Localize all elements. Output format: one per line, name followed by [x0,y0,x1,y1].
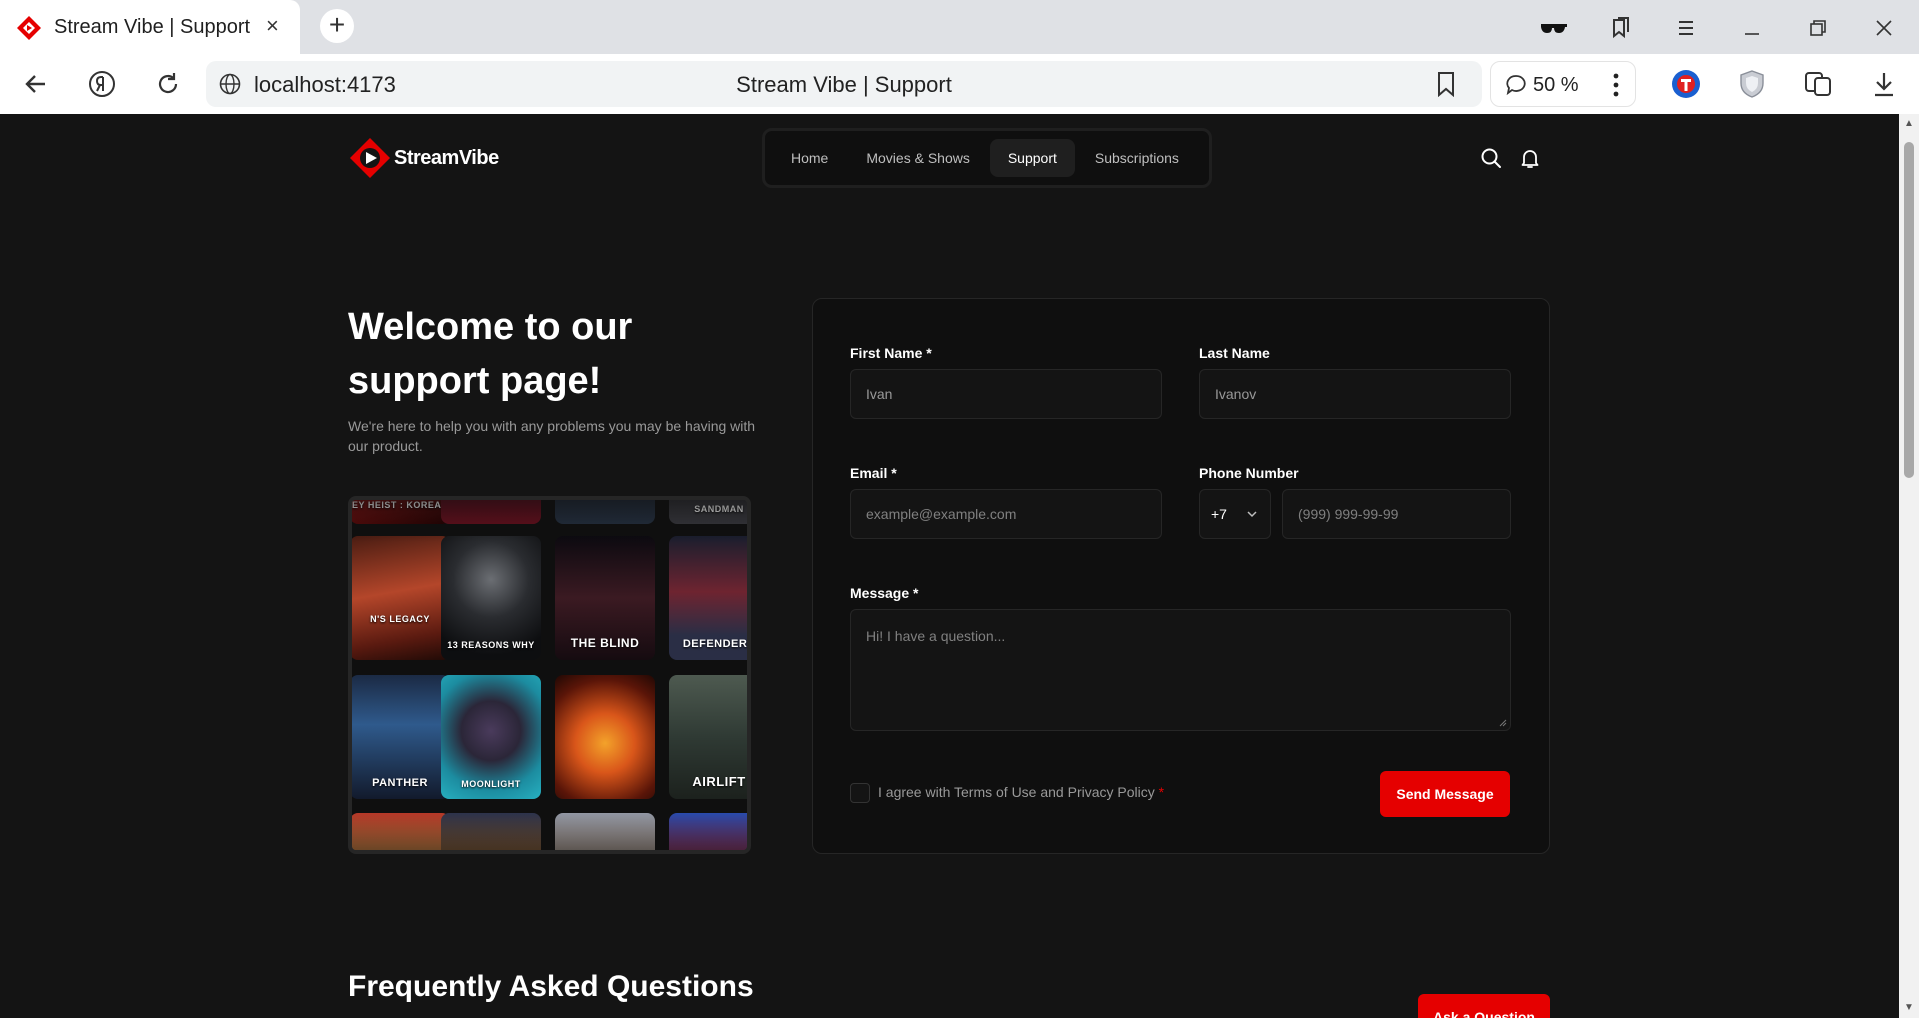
poster-grid: EY HEIST : KOREA SANDMAN N'S LEGACY 13 R… [348,496,751,854]
browser-tabbar: Stream Vibe | Support × + [0,0,1919,54]
phone-input[interactable]: (999) 999-99-99 [1282,489,1511,539]
poster [441,500,541,524]
bookmark-icon[interactable] [1434,71,1458,97]
poster: 13 REASONS WHY [441,536,541,660]
tab-close-icon[interactable]: × [266,14,279,38]
email-input[interactable]: example@example.com [850,489,1162,539]
reload-icon[interactable] [150,66,186,102]
translate-extension-icon[interactable] [1802,68,1834,100]
shield-extension-icon[interactable] [1736,68,1768,100]
reader-glasses-icon[interactable] [1538,12,1570,44]
minimize-icon[interactable] [1736,12,1768,44]
collections-icon[interactable] [1604,12,1636,44]
main-navigation: Home Movies & Shows Support Subscription… [762,128,1212,188]
nav-support[interactable]: Support [989,139,1075,177]
required-mark: * [913,585,919,601]
poster: THE BLIND [555,536,655,660]
yandex-icon[interactable] [84,66,120,102]
nav-home[interactable]: Home [773,139,846,177]
nav-movies-shows[interactable]: Movies & Shows [848,139,987,177]
zoom-level: 50 % [1533,74,1579,96]
agree-label: I agree with Terms of Use and Privacy Po… [878,784,1164,800]
required-mark: * [891,465,897,481]
phone-label: Phone Number [1199,465,1299,481]
poster-title: DEFENDERS [682,638,751,650]
poster: EY HEIST : KOREA [352,500,450,524]
agree-text: I agree with Terms of Use and Privacy Po… [878,784,1155,800]
scroll-down-arrow-icon[interactable]: ▼ [1903,1002,1915,1014]
site-logo[interactable]: StreamVibe [348,136,499,180]
poster: N'S LEGACY [352,536,450,660]
message-textarea[interactable]: Hi! I have a question... [850,609,1511,731]
brand-name: StreamVibe [394,146,499,169]
menu-icon[interactable] [1670,12,1702,44]
last-name-input[interactable]: Ivanov [1199,369,1511,419]
poster [555,813,655,850]
vpn-extension-icon[interactable] [1670,68,1702,100]
poster: DEFENDERS [669,536,751,660]
back-icon[interactable] [18,66,54,102]
poster: AIRLIFT [669,675,747,799]
poster-title: SANDMAN [694,504,744,514]
ask-question-button[interactable]: Ask a Question [1418,994,1550,1018]
poster: PANTHER [352,675,450,799]
first-name-label-text: First Name [850,345,923,361]
page-scrollbar[interactable]: ▲ ▼ [1899,114,1919,1018]
comment-icon [1506,75,1526,96]
restore-icon[interactable] [1802,12,1834,44]
scroll-up-arrow-icon[interactable]: ▲ [1903,118,1915,130]
more-options-icon[interactable] [1611,72,1621,98]
tab-title: Stream Vibe | Support [54,16,251,38]
new-tab-button[interactable]: + [320,9,354,43]
poster-title: PANTHER [372,777,428,789]
poster [555,500,655,524]
support-form: First Name * Ivan Last Name Ivanov Email… [812,298,1550,854]
poster-title: EY HEIST : KOREA [352,500,442,510]
required-mark: * [926,345,932,361]
faq-title: Frequently Asked Questions [348,970,754,1003]
message-label: Message * [850,585,919,601]
message-label-text: Message [850,585,910,601]
hero-subtitle: We're here to help you with any problems… [348,418,756,454]
poster [555,675,655,799]
browser-tab[interactable]: Stream Vibe | Support × [0,0,300,54]
poster-title: N'S LEGACY [370,614,430,624]
chevron-down-icon [1247,511,1257,518]
country-code-value: +7 [1211,506,1227,522]
scrollbar-thumb[interactable] [1904,142,1914,478]
address-bar[interactable]: localhost:4173 Stream Vibe | Support [206,61,1482,107]
message-placeholder: Hi! I have a question... [866,628,1006,644]
bell-icon[interactable] [1518,146,1542,170]
resize-handle-icon[interactable] [1499,719,1507,727]
browser-toolbar: localhost:4173 Stream Vibe | Support 50 … [0,54,1919,114]
zoom-control[interactable]: 50 % [1490,61,1636,107]
close-window-icon[interactable] [1868,12,1900,44]
first-name-label: First Name * [850,345,932,361]
poster-title: MOONLIGHT [461,779,521,789]
streamvibe-logo-icon [350,138,390,178]
poster [352,813,450,850]
page-content: StreamVibe Home Movies & Shows Support S… [0,114,1899,1018]
poster-title: 13 REASONS WHY [447,640,535,650]
page-title: Stream Vibe | Support [736,72,952,97]
search-icon[interactable] [1479,146,1503,170]
streamvibe-favicon-icon [17,16,41,40]
poster: SANDMAN [669,500,747,524]
send-message-button[interactable]: Send Message [1380,771,1510,817]
hero-title: Welcome to our support page! [348,306,633,402]
agree-checkbox[interactable] [850,783,870,803]
last-name-label: Last Name [1199,345,1270,361]
poster-title: AIRLIFT [692,774,746,789]
download-icon[interactable] [1868,68,1900,100]
required-mark: * [1158,784,1165,800]
poster [669,813,747,850]
country-code-select[interactable]: +7 [1199,489,1271,539]
email-label-text: Email [850,465,888,481]
poster-title: THE BLIND [570,636,640,650]
poster: MOONLIGHT [441,675,541,799]
email-label: Email * [850,465,897,481]
nav-subscriptions[interactable]: Subscriptions [1077,139,1197,177]
poster [441,813,541,850]
first-name-input[interactable]: Ivan [850,369,1162,419]
